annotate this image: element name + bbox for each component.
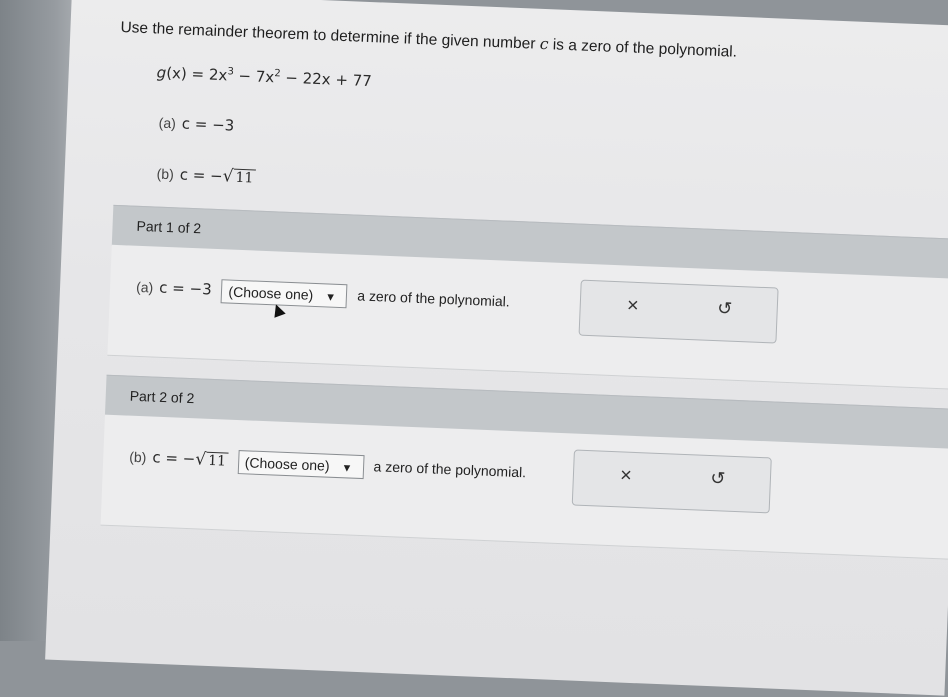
part-1-choose-select[interactable]: (Choose one) ▼	[221, 279, 348, 309]
question-prompt: Use the remainder theorem to determine i…	[120, 18, 738, 61]
item-a: (a) c = −3	[158, 114, 235, 135]
part-2-answer-row: (b) c = −√11 (Choose one) ▼ a zero of the …	[129, 448, 527, 481]
clear-icon[interactable]: ×	[612, 294, 653, 324]
undo-icon[interactable]: ↺	[697, 468, 738, 498]
screen: Use the remainder theorem to determine i…	[45, 0, 948, 696]
item-b: (b) c = −√11	[156, 164, 256, 188]
clear-icon[interactable]: ×	[605, 464, 646, 494]
sqrt-icon: √	[194, 449, 207, 470]
sqrt-expression: √11	[194, 449, 229, 470]
chevron-down-icon: ▼	[324, 291, 337, 304]
sqrt-icon: √	[222, 166, 234, 187]
part-2-tools: × ↺	[571, 449, 772, 514]
polynomial: g(x) = 2x3 − 7x2 − 22x + 77	[156, 63, 373, 91]
undo-icon[interactable]: ↺	[704, 298, 745, 328]
part-1-tools: × ↺	[578, 279, 779, 344]
part-2-choose-select[interactable]: (Choose one) ▼	[237, 450, 365, 480]
sqrt-expression: √11	[222, 166, 256, 187]
part-1-answer-row: (a) c = −3 (Choose one) ▼ a zero of the po…	[135, 278, 511, 310]
chevron-down-icon: ▼	[341, 462, 353, 475]
